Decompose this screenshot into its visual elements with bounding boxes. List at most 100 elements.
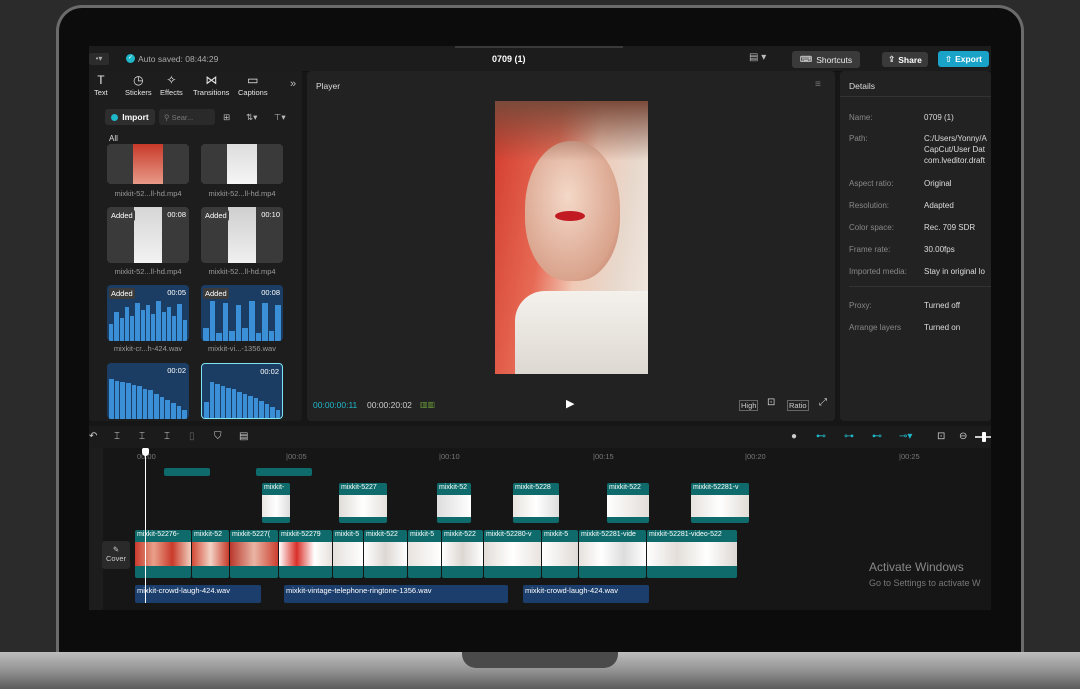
overlay-clip[interactable]: mixkit- [262,483,290,523]
import-button[interactable]: Import [105,109,155,125]
main-clip[interactable]: mixkit-52280-v [484,530,541,578]
split-icon[interactable]: ⌶ [114,431,120,442]
detail-value: com.lveditor.draft [924,156,985,165]
detail-label: Arrange layers [849,323,902,332]
main-clip[interactable]: mixkit-52281-video-522 [647,530,737,578]
toolbar-effects[interactable]: ✧ Effects [160,73,183,98]
zoom-out-icon[interactable]: ⊖ [959,431,967,442]
waveform [203,299,281,341]
undo-icon[interactable]: ↶ [89,431,97,442]
cover-button[interactable]: ✎ Cover [102,541,130,569]
main-clip[interactable]: mixkit-522 [364,530,407,578]
overlay-clip[interactable]: mixkit-522 [607,483,649,523]
more-tools-icon[interactable]: » [290,78,296,90]
layout-icon[interactable]: ▤ ▾ [749,52,766,63]
media-item[interactable]: 00:02 [107,363,189,419]
toolbar-transitions-label: Transitions [193,88,230,97]
waveform [109,377,187,419]
main-clip[interactable]: mixkit-5 [333,530,363,578]
media-item[interactable]: Added 00:08 [201,285,283,341]
time-ruler[interactable]: 00:00 |00:05 |00:10 |00:15 |00:20 |00:25 [135,448,991,461]
detail-value: Turned off [924,301,961,310]
main-clip[interactable]: mixkit-5227( [230,530,278,578]
share-button[interactable]: ⇪ Share [882,52,928,67]
split-left-icon[interactable]: ⌶ [139,431,145,442]
media-item[interactable] [201,144,283,184]
audio-clip[interactable]: mixkit-crowd-laugh-424.wav [135,585,261,603]
audio-level-icon: ▥▥ [420,400,436,409]
media-item[interactable] [107,144,189,184]
zoom-fit-icon[interactable]: ⊡ [937,431,945,442]
fullscreen-icon[interactable]: ⤢ [819,397,827,408]
main-clip[interactable]: mixkit-52 [192,530,229,578]
effect-clip[interactable] [164,468,210,476]
main-clip[interactable]: mixkit-522 [442,530,483,578]
effects-icon: ✧ [166,73,177,87]
overlay-clip[interactable]: mixkit-52281-v [691,483,749,523]
fit-icon[interactable]: ⊡ [767,397,775,408]
media-item-selected[interactable]: 00:02 [201,363,283,419]
toolbar-stickers-label: Stickers [125,88,152,97]
sort-icon[interactable]: ⇅▾ [246,112,257,123]
link-icon[interactable]: ⊷ [872,431,882,442]
ratio-button[interactable]: Ratio [787,400,809,411]
search-icon: ⚲ [164,113,172,122]
clip-label: mixkit-5228 [515,484,551,491]
media-item[interactable]: Added 00:08 [107,207,189,263]
audio-clip[interactable]: mixkit-vintage-telephone-ringtone-1356.w… [284,585,508,603]
clip-thumbnail [691,495,749,517]
clip-label: mixkit-52281-v [693,484,739,491]
added-badge: Added [203,210,229,221]
filter-icon[interactable]: ⊤▾ [274,112,286,123]
split-right-icon[interactable]: ⌶ [164,431,170,442]
quality-button[interactable]: High [739,400,759,411]
main-clip[interactable]: mixkit-5 [542,530,578,578]
main-clip[interactable]: mixkit-52276- [135,530,191,578]
player-menu-icon[interactable]: ≡ [815,79,821,90]
clip-label: mixkit-5 [410,531,435,538]
playhead[interactable] [145,448,146,603]
media-duration: 00:02 [260,367,279,376]
microphone-icon[interactable]: ● [791,431,797,442]
toolbar-transitions[interactable]: ⋈ Transitions [193,74,230,98]
toolbar-text[interactable]: T Text [94,74,108,98]
shortcuts-button[interactable]: ⌨ Shortcuts [792,51,860,68]
zoom-slider-handle[interactable] [982,432,986,442]
snap-icon[interactable]: ⊶ [844,431,854,442]
overlay-clip[interactable]: mixkit-52 [437,483,471,523]
overlay-clip[interactable]: mixkit-5227 [339,483,387,523]
main-clip[interactable]: mixkit-52279 [279,530,332,578]
overlay-clip[interactable]: mixkit-5228 [513,483,559,523]
clip-thumbnail [579,542,646,566]
import-label: Import [122,112,149,122]
marker-icon[interactable]: ⛉ [214,431,222,442]
grid-view-icon[interactable]: ⊞ [223,112,230,123]
search-placeholder: Sear... [171,113,194,122]
preview-axis-icon[interactable]: ⊸▾ [899,431,912,442]
tick-label: |00:10 [439,452,460,461]
effect-clip[interactable] [256,468,312,476]
clip-label: mixkit-52 [194,531,223,538]
detail-value: 30.00fps [924,245,955,254]
share-label: Share [898,54,922,65]
audio-clip[interactable]: mixkit-crowd-laugh-424.wav [523,585,649,603]
play-icon[interactable]: ▶ [566,397,574,410]
media-duration: 00:05 [167,288,186,297]
menu-dropdown[interactable]: •▾ [89,53,109,65]
delete-icon[interactable]: ▯ [189,431,195,442]
video-preview[interactable] [495,101,648,374]
main-clip[interactable]: mixkit-52281-vide [579,530,646,578]
filter-all[interactable]: All [109,134,118,143]
toolbar-stickers[interactable]: ◷ Stickers [125,74,152,98]
search-input[interactable]: ⚲ Sear... [159,109,215,125]
toolbar-captions[interactable]: ▭ Captions [238,74,268,98]
caption-edit-icon[interactable]: ▤ [239,431,248,442]
export-button[interactable]: ⇧ Export [938,51,989,67]
media-item[interactable]: Added 00:05 [107,285,189,341]
media-name: mixkit-vi...-1356.wav [208,344,276,353]
added-badge: Added [203,288,229,299]
link-main-icon[interactable]: ⊷ [816,431,826,442]
playhead-handle[interactable] [142,448,149,456]
main-clip[interactable]: mixkit-5 [408,530,441,578]
media-item[interactable]: Added 00:10 [201,207,283,263]
